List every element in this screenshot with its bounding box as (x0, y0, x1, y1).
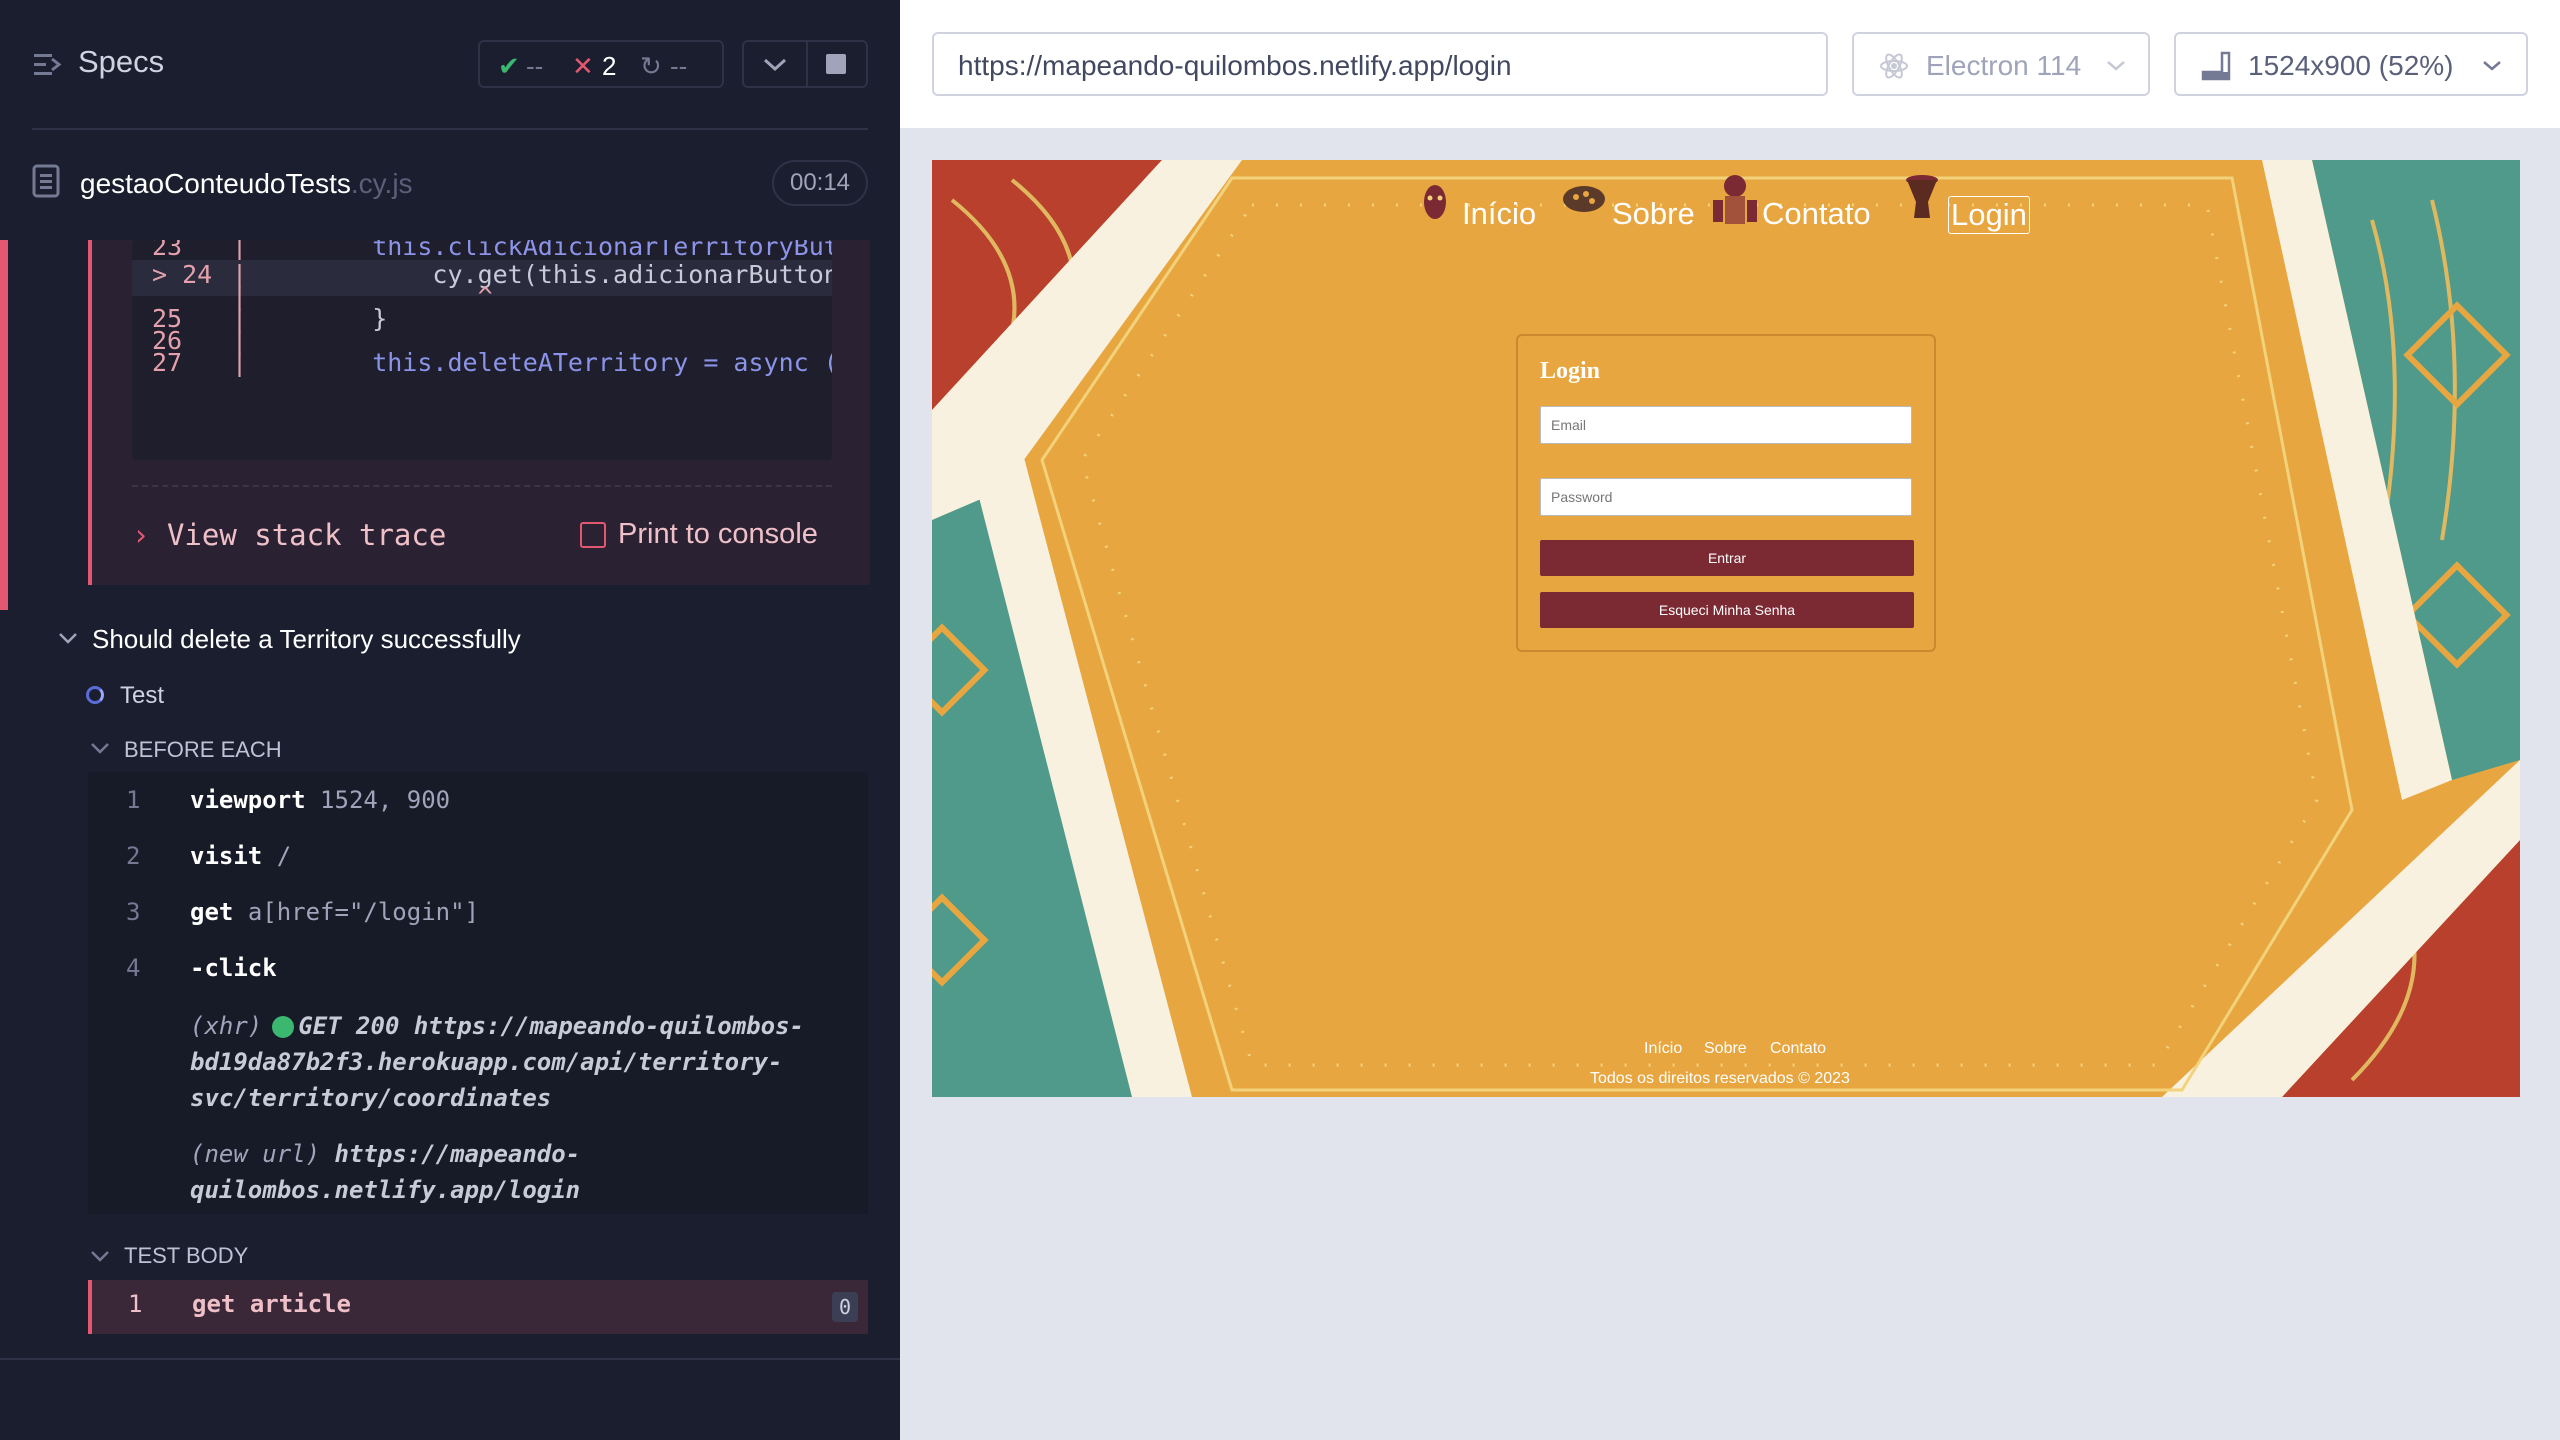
pending-icon: ↻ (640, 51, 662, 81)
password-field[interactable]: Password (1540, 478, 1912, 516)
chevron-down-icon (2107, 61, 2125, 71)
viewport-selector[interactable]: 1524x900 (52%) (2174, 32, 2528, 96)
view-stack-trace-button[interactable]: › View stack trace (132, 518, 446, 552)
print-to-console-button[interactable]: Print to console (580, 518, 818, 551)
error-box: 23 | this.clickAdicionarTerritoryButto > … (88, 240, 870, 585)
chevron-down-icon[interactable] (90, 1250, 110, 1264)
entrar-button[interactable]: Entrar (1540, 540, 1914, 576)
figure-icon (1713, 175, 1757, 224)
copyright-text: Todos os direitos reservados © 2023 (1590, 1070, 1850, 1087)
stats-box: ✔ -- ✕ 2 ↻ -- (478, 40, 724, 88)
login-heading: Login (1540, 358, 1601, 384)
spec-file-row: gestaoConteudoTests.cy.js (0, 150, 900, 220)
chevron-down-icon[interactable] (58, 632, 78, 646)
pending-count: -- (670, 51, 688, 81)
passed-count: -- (526, 51, 544, 81)
stop-icon[interactable] (826, 54, 846, 74)
command-log: 1 viewport 1524, 900 2 visit / 3 get a[href… (88, 772, 868, 1214)
element-count-badge: 0 (832, 1292, 858, 1322)
browser-name: Electron 114 (1926, 50, 2082, 81)
electron-icon (1880, 53, 1908, 79)
code-line: 27 | this.deleteATerritory = async () = (152, 348, 832, 377)
failed-count: 2 (602, 51, 617, 81)
login-form: Login Email Password Entrar Esqueci Minh… (1516, 334, 1936, 652)
failed-icon: ✕ (572, 51, 594, 81)
viewport-size: 1524x900 (52%) (2248, 50, 2454, 81)
chevron-right-icon: › (132, 518, 150, 552)
nav-contato[interactable]: Contato (1762, 196, 1871, 232)
passed-icon: ✔ (498, 51, 520, 81)
mask-icon (1424, 185, 1446, 219)
chevron-down-icon (2483, 61, 2501, 71)
test-title[interactable]: Should delete a Territory successfully (92, 624, 521, 655)
failed-command-row[interactable]: 1 get article 0 (88, 1280, 868, 1334)
specs-label[interactable]: Specs (78, 44, 164, 80)
nav-sobre[interactable]: Sobre (1612, 196, 1695, 232)
chevron-down-icon[interactable] (90, 742, 110, 756)
running-spinner-icon (86, 686, 104, 704)
browser-selector[interactable]: Electron 114 (1852, 32, 2150, 96)
before-each-label[interactable]: BEFORE EACH (124, 737, 282, 763)
nav-login[interactable]: Login (1948, 196, 2030, 234)
duration-badge: 00:14 (772, 160, 868, 206)
footer-link-sobre[interactable]: Sobre (1704, 1040, 1747, 1058)
email-field[interactable]: Email (1540, 406, 1912, 444)
run-controls (742, 40, 868, 88)
ruler-icon (2201, 51, 2231, 81)
drum-icon (1906, 175, 1938, 218)
status-dot-icon (272, 1016, 295, 1038)
code-frame: 23 | this.clickAdicionarTerritoryButto > … (132, 240, 832, 460)
spec-file-name: gestaoConteudoTests.cy.js (80, 168, 413, 199)
forgot-password-button[interactable]: Esqueci Minha Senha (1540, 592, 1914, 628)
bowl-icon (1563, 186, 1605, 212)
chevron-down-icon[interactable] (762, 56, 788, 74)
specs-list-icon[interactable] (32, 50, 62, 80)
url-bar[interactable]: https://mapeando-quilombos.netlify.app/l… (932, 32, 1828, 96)
test-body-label[interactable]: TEST BODY (124, 1243, 248, 1269)
test-label: Test (120, 682, 165, 709)
nav-inicio[interactable]: Início (1462, 196, 1536, 232)
document-icon (32, 164, 60, 198)
footer-link-contato[interactable]: Contato (1770, 1040, 1826, 1058)
specs-header: Specs ✔ -- ✕ 2 ↻ -- (0, 0, 900, 130)
app-under-test: Início Sobre Contato Login Login Email P… (932, 160, 2520, 1097)
xhr-log-entry[interactable]: (xhr) GET 200 https://mapeando-quilombos-… (190, 1008, 830, 1116)
terminal-icon (580, 522, 606, 549)
failure-indicator (0, 240, 8, 610)
url-text: https://mapeando-quilombos.netlify.app/l… (958, 50, 1512, 81)
aut-header: https://mapeando-quilombos.netlify.app/l… (900, 0, 2560, 128)
reporter-panel: Specs ✔ -- ✕ 2 ↻ -- gestaoConteudoTests.… (0, 0, 900, 1440)
new-url-log-entry[interactable]: (new url) https://mapeando-quilombos.net… (190, 1136, 830, 1208)
footer-link-inicio[interactable]: Início (1644, 1040, 1682, 1058)
